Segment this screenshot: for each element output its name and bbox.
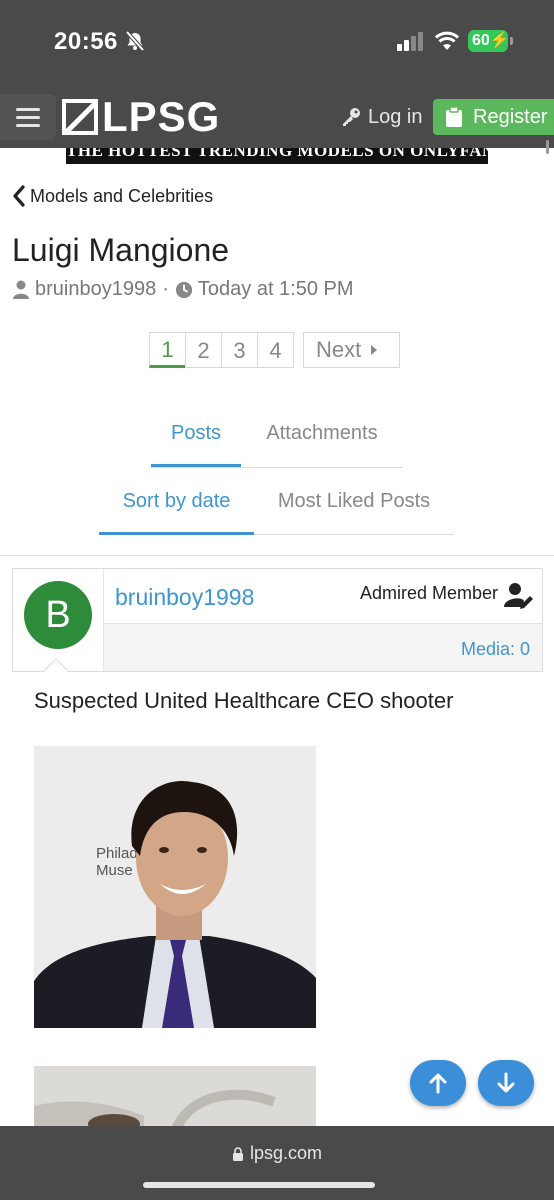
avatar[interactable]: B: [24, 581, 92, 649]
chevron-left-icon: [13, 185, 25, 207]
thread-time[interactable]: Today at 1:50 PM: [198, 278, 354, 301]
breadcrumb[interactable]: Models and Celebrities: [12, 185, 213, 207]
user-edit-icon: [504, 583, 533, 609]
cellular-signal-icon: [397, 32, 423, 51]
browser-url-bar: lpsg.com: [0, 1126, 554, 1200]
sort-tabs: Sort by date Most Liked Posts: [99, 484, 454, 535]
media-count[interactable]: Media: 0: [461, 639, 530, 660]
scroll-to-bottom-button[interactable]: [478, 1060, 534, 1106]
ad-banner[interactable]: THE HOTTEST TRENDING MODELS ON ONLYFANS: [66, 148, 488, 164]
site-logo[interactable]: LPSG: [62, 96, 220, 138]
page-3-link[interactable]: 3: [221, 332, 258, 368]
arrow-up-icon: [429, 1073, 447, 1094]
arrow-down-icon: [497, 1072, 515, 1093]
breadcrumb-label: Models and Celebrities: [30, 185, 214, 206]
home-indicator[interactable]: [143, 1182, 375, 1188]
tab-posts[interactable]: Posts: [151, 416, 241, 467]
register-button[interactable]: Register: [433, 99, 554, 135]
url-field[interactable]: lpsg.com: [0, 1143, 554, 1164]
page-4-link[interactable]: 4: [257, 332, 294, 368]
pagination: 1 2 3 4 Next: [149, 332, 400, 368]
post-photo-illustration: Philad Muse: [34, 746, 316, 1028]
clock-icon: [175, 281, 192, 298]
tab-most-liked-posts[interactable]: Most Liked Posts: [265, 484, 443, 535]
next-page-button[interactable]: Next: [303, 332, 400, 368]
page-2-link[interactable]: 2: [185, 332, 222, 368]
user-icon: [13, 280, 29, 299]
key-icon: [343, 108, 360, 126]
post-text: Suspected United Healthcare CEO shooter: [34, 688, 454, 713]
url-domain: lpsg.com: [249, 1143, 323, 1163]
section-divider: [0, 555, 554, 556]
thread-meta: bruinboy1998 · Today at 1:50 PM: [12, 278, 354, 301]
scroll-to-top-button[interactable]: [410, 1060, 466, 1106]
lock-icon: [232, 1146, 243, 1161]
backdrop-text-line-2: Muse: [96, 862, 133, 879]
thread-title: Luigi Mangione: [12, 232, 230, 268]
backdrop-text-line-1: Philad: [96, 845, 138, 862]
tab-attachments[interactable]: Attachments: [252, 416, 392, 467]
wifi-icon: [434, 31, 460, 50]
battery-indicator: 60⚡: [468, 30, 513, 52]
clipboard-icon: [446, 107, 462, 127]
page-1-link[interactable]: 1: [149, 332, 186, 368]
post-image[interactable]: Philad Muse: [34, 746, 316, 1028]
tab-sort-by-date[interactable]: Sort by date: [99, 484, 254, 535]
status-bar: 20:56 60⚡: [0, 0, 554, 84]
avatar-container: B: [13, 569, 104, 671]
page-scrollbar[interactable]: [546, 140, 549, 154]
menu-button[interactable]: [0, 94, 56, 140]
login-button[interactable]: Log in: [340, 102, 423, 132]
post-header: B bruinboy1998 Admired Member Media: 0: [12, 568, 543, 684]
content-tabs: Posts Attachments: [151, 416, 403, 468]
caret-right-icon: [371, 345, 378, 355]
post-user-row: bruinboy1998 Admired Member: [104, 569, 542, 624]
post-username[interactable]: bruinboy1998: [115, 584, 254, 611]
site-header: LPSG Log in Register: [0, 84, 554, 148]
thread-author[interactable]: bruinboy1998: [35, 278, 156, 301]
bell-slash-icon: [125, 30, 145, 52]
logo-mark-icon: [62, 99, 98, 135]
meta-separator: ·: [162, 278, 169, 300]
user-title: Admired Member: [359, 583, 498, 603]
status-time: 20:56: [54, 28, 118, 55]
